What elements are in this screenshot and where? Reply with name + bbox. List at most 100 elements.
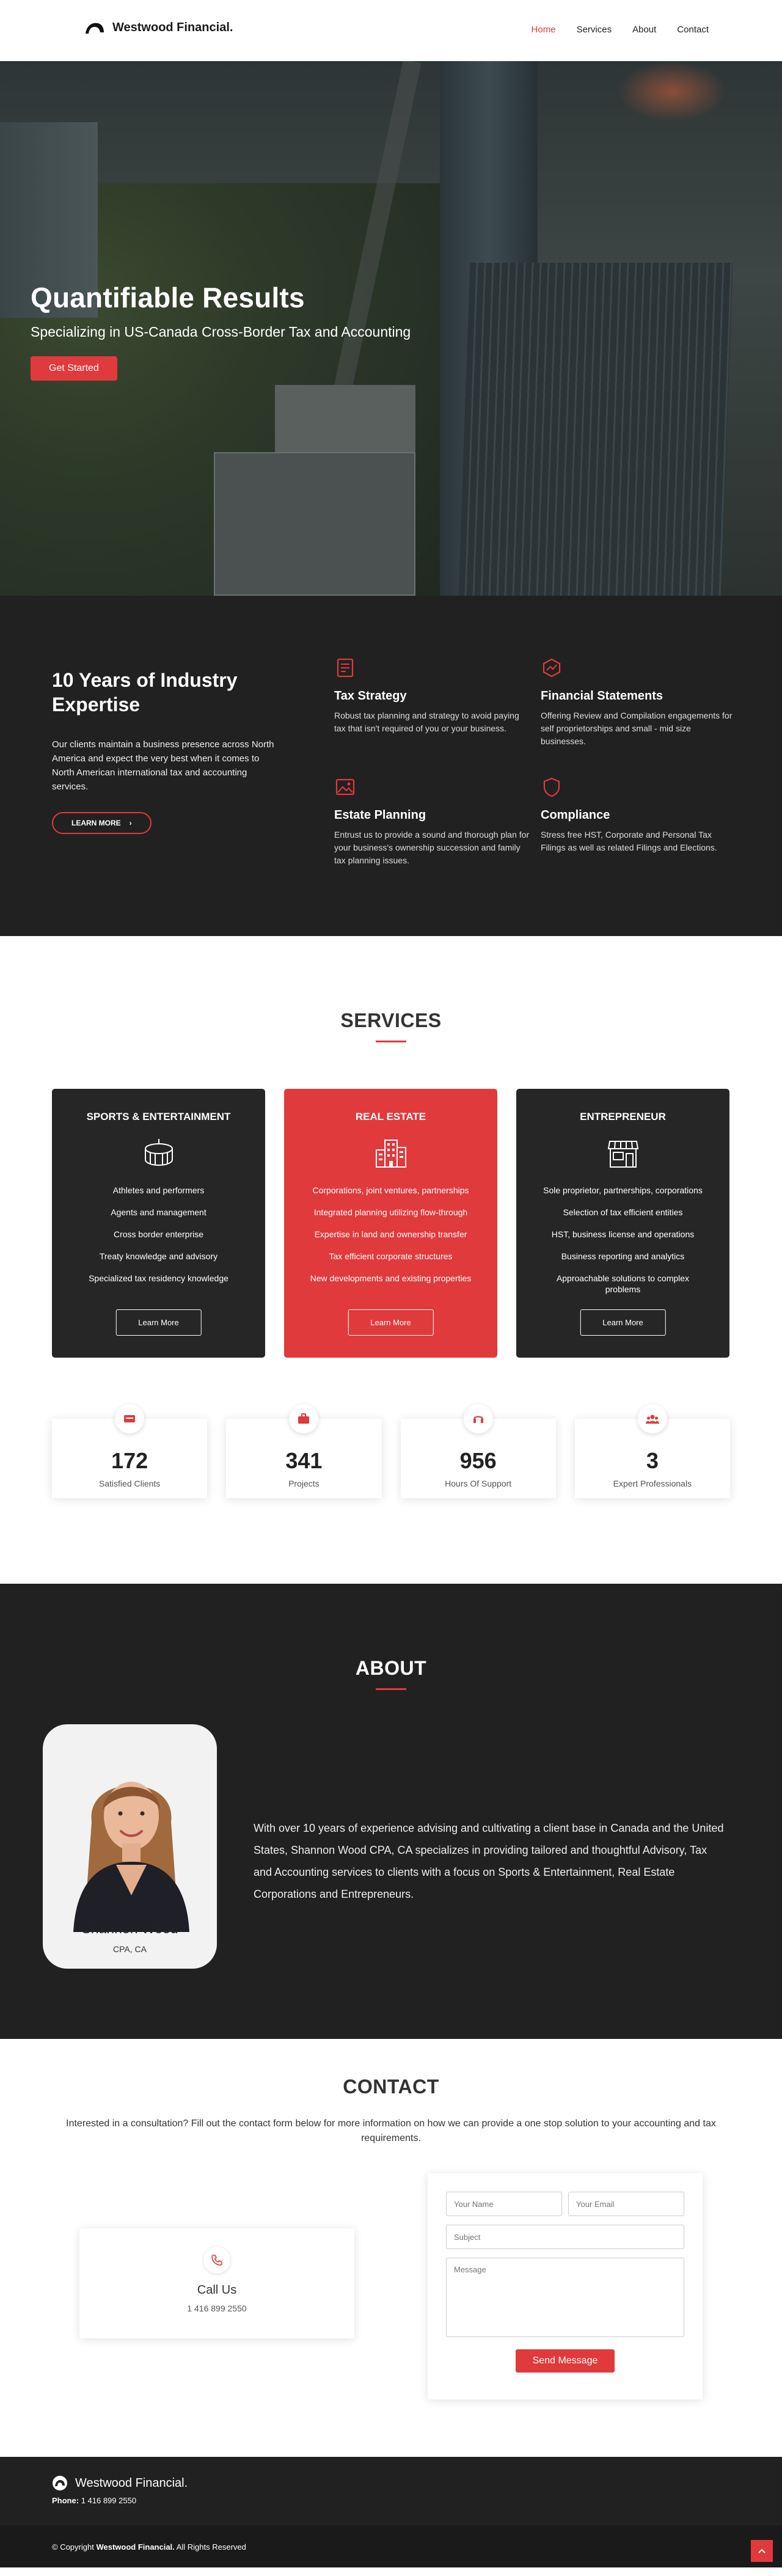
shield-icon [543,777,560,797]
service-list-item: Expertise in land and ownership transfer [314,1229,467,1239]
feature-title: Compliance [541,808,610,822]
footer-phone-number[interactable]: 1 416 899 2550 [81,2496,136,2505]
stat-satisfied-clients: 172 Satisfied Clients [52,1404,208,1498]
feature-text: Offering Review and Compilation engageme… [541,711,733,746]
feature-tax-strategy: Tax Strategy Robust tax planning and str… [334,657,530,735]
service-list: Athletes and performers Agents and manag… [52,1185,265,1284]
footer-brand-name: Westwood Financial. [75,2476,188,2490]
copyright-prefix: © Copyright [52,2542,94,2552]
phone-icon [203,2247,230,2274]
expertise-intro: 10 Years of Industry Expertise Our clien… [52,668,284,834]
feature-title: Estate Planning [334,808,426,822]
contact-section: CONTACT Interested in a consultation? Fi… [0,2039,782,2457]
hero-section: Quantifiable Results Specializing in US-… [0,61,782,596]
stat-hours-support: 956 Hours Of Support [400,1404,556,1498]
storefront-icon [607,1141,638,1168]
call-us-title: Call Us [197,2283,237,2297]
footer-phone: Phone: 1 416 899 2550 [52,2496,136,2505]
badge-icon [115,1404,145,1433]
expertise-section: 10 Years of Industry Expertise Our clien… [0,596,782,936]
service-card-entrepreneur: ENTREPRENEUR Sole proprietor, partnershi… [516,1089,729,1358]
service-list-item: Sole proprietor, partnerships, corporati… [543,1185,703,1195]
stat-label: Satisfied Clients [98,1479,161,1488]
briefcase-icon [289,1404,319,1433]
learn-more-button[interactable]: Learn More [348,1309,434,1336]
learn-more-button[interactable]: LEARN MORE › [52,812,152,834]
call-us-card: Call Us 1 416 899 2550 [79,2228,354,2338]
users-icon [637,1404,667,1433]
service-card-real-estate: REAL ESTATE Corporations, joint ventures… [284,1089,497,1358]
copyright: © Copyright Westwood Financial. All Righ… [52,2542,246,2552]
profile-card: Shannon Wood CPA, CA [43,1724,217,1969]
copyright-suffix: All Rights Reserved [176,2542,246,2552]
name-input[interactable] [446,2192,562,2216]
feature-financial-statements: Financial Statements Offering Review and… [541,657,736,748]
service-list-item: Selection of tax efficient entities [563,1207,683,1217]
stat-value: 341 [285,1448,323,1473]
support-icon [463,1404,493,1433]
chevron-up-icon [758,2549,766,2553]
service-list-item: Cross border enterprise [113,1229,204,1239]
nav-about[interactable]: About [632,24,656,35]
feature-compliance: Compliance Stress free HST, Corporate an… [541,776,736,854]
service-list-item: Approachable solutions to complex proble… [556,1273,690,1294]
feature-title: Tax Strategy [334,689,407,703]
stat-label: Hours Of Support [445,1479,512,1488]
service-list-item: Specialized tax residency knowledge [89,1273,228,1283]
send-message-button[interactable]: Send Message [515,2349,615,2373]
service-card-title: REAL ESTATE [355,1111,426,1122]
hero-light-glow [617,61,727,122]
hero-building [214,452,415,596]
nav-contact[interactable]: Contact [677,24,709,35]
contact-intro: Interested in a consultation? Fill out t… [66,2118,716,2143]
service-list-item: Integrated planning utilizing flow-throu… [313,1207,468,1217]
back-to-top-button[interactable] [751,2540,773,2562]
hero-content: Quantifiable Results Specializing in US-… [31,281,411,381]
footer-brand[interactable]: Westwood Financial. [52,2475,188,2491]
email-input[interactable] [568,2192,684,2216]
site-header: Westwood Financial. Home Services About … [0,0,782,61]
hero-building [458,263,733,596]
nav-home[interactable]: Home [532,24,556,35]
stat-value: 956 [459,1448,497,1473]
service-list-item: Business reporting and analytics [561,1251,685,1261]
service-list: Sole proprietor, partnerships, corporati… [516,1185,729,1295]
about-text: With over 10 years of experience advisin… [254,1822,724,1900]
feature-text: Stress free HST, Corporate and Personal … [541,830,717,852]
learn-more-button[interactable]: Learn More [115,1309,202,1336]
feature-text: Robust tax planning and strategy to avoi… [334,711,519,733]
stat-value: 3 [646,1448,659,1473]
service-list-item: Athletes and performers [112,1185,205,1195]
stat-expert-professionals: 3 Expert Professionals [574,1404,730,1498]
brand-name: Westwood Financial. [112,21,233,34]
learn-more-button[interactable]: Learn More [580,1309,666,1336]
service-list-item: Tax efficient corporate structures [329,1251,453,1261]
chevron-right-icon: › [129,819,132,827]
message-textarea[interactable] [446,2258,684,2337]
hero-subtitle: Specializing in US-Canada Cross-Border T… [31,324,411,340]
stat-projects: 341 Projects [226,1404,382,1498]
call-us-number[interactable]: 1 416 899 2550 [79,2303,354,2313]
stadium-icon [144,1139,173,1166]
feature-title: Financial Statements [541,689,663,703]
footer-phone-label: Phone: [52,2496,79,2505]
service-card-title: SPORTS & ENTERTAINMENT [86,1111,231,1122]
nav-services[interactable]: Services [577,24,612,35]
services-title: SERVICES [340,1009,442,1031]
stat-value: 172 [111,1448,148,1473]
service-list: Corporations, joint ventures, partnershi… [284,1185,497,1284]
buildings-icon [375,1140,406,1168]
contact-form: Send Message [428,2173,703,2399]
brand-logo[interactable]: Westwood Financial. [84,21,233,35]
stat-label: Projects [288,1479,320,1488]
service-card-title: ENTREPRENEUR [580,1111,666,1122]
subject-input[interactable] [446,2225,684,2249]
expertise-title: 10 Years of Industry Expertise [52,669,238,715]
hero-title: Quantifiable Results [31,282,305,313]
get-started-button[interactable]: Get Started [31,356,117,381]
profile-role: CPA, CA [113,1944,147,1954]
profile-name: Shannon Wood [81,1920,178,1936]
stat-label: Expert Professionals [613,1479,692,1488]
service-list-item: Corporations, joint ventures, partnershi… [312,1185,469,1195]
about-title: ABOUT [355,1657,427,1679]
